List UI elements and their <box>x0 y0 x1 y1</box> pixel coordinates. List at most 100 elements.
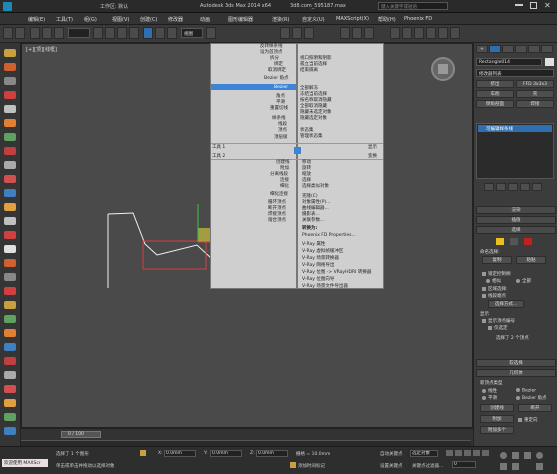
menu-maxscript[interactable]: MAXScript(X) <box>336 16 369 22</box>
menu-item[interactable]: 取消绑定 <box>268 67 286 73</box>
minimize-icon[interactable] <box>515 4 523 6</box>
tool-icon[interactable] <box>4 287 16 295</box>
stack-item-selected[interactable]: 可编辑样条线 <box>478 125 552 132</box>
tab-hierarchy[interactable] <box>502 45 514 53</box>
menu-create[interactable]: 创建(C) <box>140 16 157 23</box>
tool-icon[interactable] <box>4 217 16 225</box>
tool-icon[interactable] <box>4 413 16 421</box>
tool-icon[interactable] <box>4 189 16 197</box>
menu-rendering[interactable]: 渲染(R) <box>272 16 289 23</box>
tool-icon[interactable] <box>4 133 16 141</box>
menu-item[interactable]: 结束隔离 <box>300 67 318 73</box>
menu-item-bezier[interactable]: Bezier <box>274 85 288 90</box>
vertex-mode-icon[interactable] <box>496 238 504 245</box>
pin-stack-icon[interactable] <box>484 183 494 191</box>
tool-icon[interactable] <box>4 385 16 393</box>
menu-item[interactable]: Bezier 角点 <box>264 75 289 81</box>
shell-button[interactable]: 壳 <box>516 90 554 98</box>
menu-item[interactable]: 细化连接 <box>270 191 288 197</box>
menu-graph-editors[interactable]: 图形编辑器 <box>228 16 253 23</box>
bezier-corner-radio[interactable]: Bezier 角点 <box>516 395 547 401</box>
tool-icon[interactable] <box>4 259 16 267</box>
rollout-geometry[interactable]: 几何体 <box>476 369 556 377</box>
menu-item[interactable]: V-Ray 位图 -> VRayHDRI 转换器 <box>302 269 371 275</box>
tool-icon[interactable] <box>4 329 16 337</box>
modifier-stack[interactable]: 可编辑样条线 <box>476 123 554 179</box>
menu-edit[interactable]: 编辑(E) <box>28 16 45 23</box>
rotate-icon[interactable] <box>155 27 165 39</box>
tool-icon[interactable] <box>4 343 16 351</box>
menu-item[interactable]: 顶层级 <box>274 134 288 140</box>
tab-motion[interactable] <box>515 45 527 53</box>
search-input[interactable]: 键入关键字或短语 <box>378 2 448 10</box>
menu-item[interactable]: 顶点 <box>278 127 287 133</box>
zoom-region-icon[interactable] <box>500 463 507 470</box>
time-slider[interactable]: 0 / 100 <box>21 428 473 446</box>
bevel-profile-button[interactable]: 倒角剖面 <box>476 100 514 108</box>
window-crossing-icon[interactable] <box>129 27 139 39</box>
menu-tools[interactable]: 工具(T) <box>56 16 73 23</box>
configure-sets-icon[interactable] <box>532 183 542 191</box>
maximize-icon[interactable] <box>530 2 537 9</box>
z-coordinate-field[interactable]: 0.0mm <box>256 450 288 457</box>
modifier-list-dropdown[interactable]: 修改器列表 <box>476 69 554 77</box>
tab-create[interactable]: + <box>476 45 488 53</box>
menu-item[interactable]: V-Ray 属性 <box>302 241 325 247</box>
rect-selection-icon[interactable] <box>117 27 127 39</box>
unlink-icon[interactable] <box>42 27 52 39</box>
break-button[interactable]: 断开 <box>518 404 552 412</box>
extrude-button[interactable]: 挤出 <box>476 80 514 88</box>
tab-display[interactable] <box>528 45 540 53</box>
show-end-result-icon[interactable] <box>496 183 506 191</box>
zoom-all-icon[interactable] <box>512 452 519 459</box>
select-by-name-icon[interactable] <box>105 27 115 39</box>
menu-item[interactable]: 管理状态集 <box>300 133 323 139</box>
orbit-icon[interactable] <box>536 452 543 459</box>
zoom-icon[interactable] <box>500 452 507 459</box>
pan-icon[interactable] <box>524 452 531 459</box>
render-icon[interactable] <box>450 27 460 39</box>
rollout-interpolation[interactable]: 插值 <box>476 216 556 224</box>
angle-snap-icon[interactable] <box>292 27 302 39</box>
menu-view[interactable]: 视图(V) <box>112 16 129 23</box>
spline-mode-icon[interactable] <box>524 238 532 245</box>
tool-icon[interactable] <box>4 427 16 435</box>
make-unique-icon[interactable] <box>508 183 518 191</box>
rollout-rendering[interactable]: 渲染 <box>476 206 556 214</box>
set-key-button[interactable]: 设置关键点 <box>380 463 403 469</box>
layer-icon[interactable] <box>364 27 374 39</box>
workspace-label[interactable]: 工作区: 默认 <box>100 3 128 10</box>
prev-frame-icon[interactable] <box>455 450 462 456</box>
tab-utilities[interactable] <box>541 45 553 53</box>
attach-multiple-button[interactable]: 附加多个 <box>480 426 514 434</box>
menu-item[interactable]: V-Ray 虚拟帧缓冲区 <box>302 248 343 254</box>
reorient-checkbox[interactable]: 重定向 <box>518 417 538 423</box>
attach-button[interactable]: 附加 <box>480 415 514 423</box>
time-slider-handle[interactable]: 0 / 100 <box>61 431 101 438</box>
menu-group[interactable]: 组(G) <box>84 16 97 23</box>
tool-icon[interactable] <box>4 63 16 71</box>
paste-button[interactable]: 粘贴 <box>516 256 546 264</box>
add-time-tag[interactable]: 添加时间标记 <box>298 463 325 469</box>
maxscript-listener[interactable]: 欢迎使用 MAXScr <box>2 459 48 467</box>
lathe-button[interactable]: 车削 <box>476 90 514 98</box>
close-icon[interactable]: ✕ <box>544 1 551 10</box>
move-icon[interactable] <box>143 27 153 39</box>
material-editor-icon[interactable] <box>414 27 424 39</box>
tool-icon[interactable] <box>4 371 16 379</box>
menu-customize[interactable]: 自定义(U) <box>302 16 325 23</box>
area-select-checkbox[interactable]: 区域选择: <box>482 286 508 292</box>
menu-help[interactable]: 帮助(H) <box>378 16 396 23</box>
menu-item[interactable]: 细化 <box>280 183 289 189</box>
ffd-button[interactable]: FFD 3x3x3 <box>516 80 554 88</box>
segment-mode-icon[interactable] <box>510 238 518 245</box>
redo-icon[interactable] <box>15 27 25 39</box>
menu-item[interactable]: V-Ray 网格导出 <box>302 262 334 268</box>
segment-end-checkbox[interactable]: 线段端点 <box>482 293 506 299</box>
menu-item[interactable]: V-Ray 场景文件导出器 <box>302 283 348 289</box>
tool-icon[interactable] <box>4 119 16 127</box>
tool-icon[interactable] <box>4 77 16 85</box>
maximize-viewport-icon[interactable] <box>536 463 543 470</box>
curve-editor-icon[interactable] <box>390 27 400 39</box>
copy-button[interactable]: 复制 <box>482 256 512 264</box>
